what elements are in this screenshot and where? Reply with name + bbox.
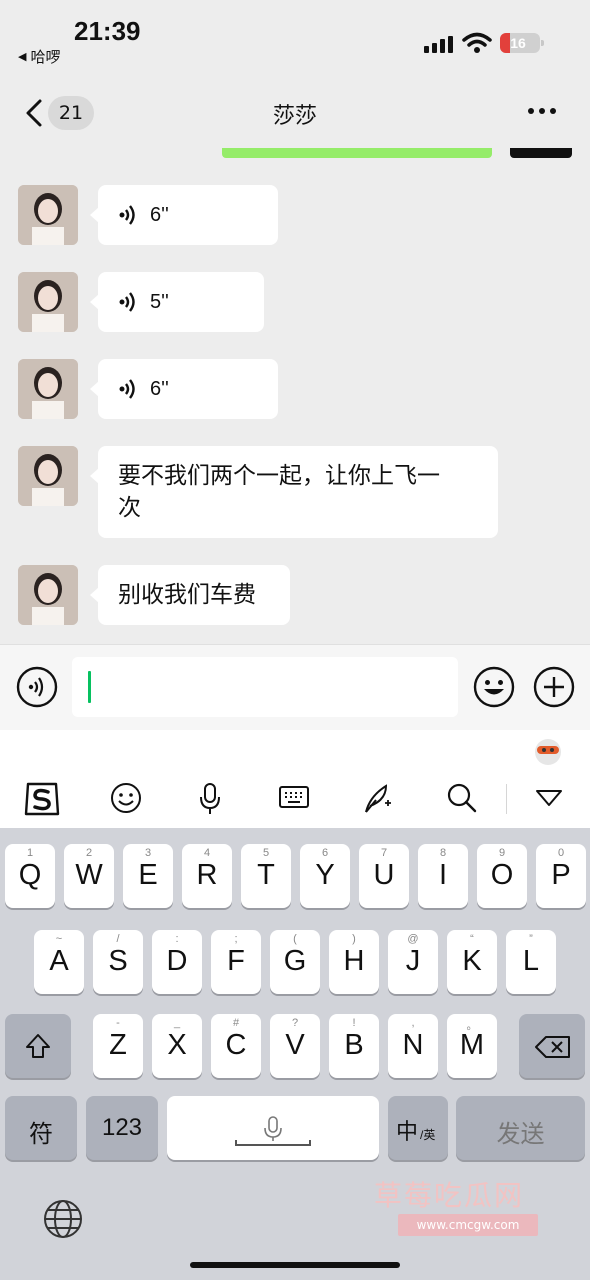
text-caret [88, 671, 91, 703]
clock: 21:39 [74, 16, 141, 46]
key-d[interactable]: :D [152, 930, 202, 994]
wifi-icon [462, 32, 492, 53]
avatar[interactable] [18, 446, 78, 506]
voice-wave-icon [119, 292, 135, 312]
text-message[interactable]: 别收我们车费 [90, 565, 290, 625]
key-t[interactable]: 5T [241, 844, 291, 908]
key-i[interactable]: 8I [418, 844, 468, 908]
key-x[interactable]: _ X [152, 1014, 202, 1078]
avatar[interactable] [18, 565, 78, 625]
battery-indicator: 16 [500, 33, 544, 53]
smiley-icon[interactable] [110, 782, 142, 814]
key-o[interactable]: 9O [477, 844, 527, 908]
quill-icon[interactable] [362, 782, 396, 814]
shift-key[interactable] [5, 1014, 71, 1078]
emoji-icon[interactable] [473, 666, 515, 708]
key-a[interactable]: ~ A [34, 930, 84, 994]
key-r[interactable]: 4R [182, 844, 232, 908]
status-bar: 21:39 ◀ 哈啰 16 [0, 0, 590, 80]
key-z[interactable]: -Z [93, 1014, 143, 1078]
back-app-label: 哈啰 [30, 48, 61, 66]
key-u[interactable]: 7U [359, 844, 409, 908]
voice-wave-icon [119, 379, 135, 399]
key-h[interactable]: ) H [329, 930, 379, 994]
space-bar-icon [235, 1140, 311, 1146]
avatar[interactable] [18, 272, 78, 332]
shift-arrow-icon [26, 1034, 50, 1058]
key-j[interactable]: @ J [388, 930, 438, 994]
plus-icon[interactable] [533, 666, 575, 708]
backspace-key[interactable] [519, 1014, 585, 1078]
voice-message[interactable]: 6'' [90, 359, 278, 419]
voice-wave-icon [119, 205, 135, 225]
key-l[interactable]: ” L [506, 930, 556, 994]
collapse-icon[interactable] [534, 788, 564, 808]
text-message[interactable]: 要不我们两个一起，让你上飞一 次 [90, 446, 498, 538]
key-p[interactable]: 0P [536, 844, 586, 908]
message-text-line: 要不我们两个一起，让你上飞一 [118, 463, 440, 489]
key-k[interactable]: “K [447, 930, 497, 994]
key-g[interactable]: (G [270, 930, 320, 994]
key-v[interactable]: ? V [270, 1014, 320, 1078]
key-m[interactable]: 。 M [447, 1014, 497, 1078]
voice-mode-icon[interactable] [16, 666, 58, 708]
voice-message[interactable]: 6'' [90, 185, 278, 245]
key-b[interactable]: ! B [329, 1014, 379, 1078]
key-c[interactable]: # C [211, 1014, 261, 1078]
sogou-logo-icon[interactable] [22, 780, 62, 818]
search-icon[interactable] [446, 782, 478, 814]
space-key[interactable] [167, 1096, 379, 1160]
microphone-icon[interactable] [198, 782, 222, 816]
symbols-key[interactable]: 符 [5, 1096, 77, 1160]
key-n[interactable]: ,N [388, 1014, 438, 1078]
message-text-line: 次 [118, 495, 141, 521]
language-switch-key[interactable]: 中 /英 [388, 1096, 448, 1160]
message-text-line: 别收我们车费 [118, 582, 256, 608]
cellular-signal-icon [424, 36, 453, 53]
key-e[interactable]: 3E [123, 844, 173, 908]
send-button[interactable]: 发送 [456, 1096, 585, 1160]
back-to-app-link[interactable]: ◀ 哈啰 [18, 46, 60, 67]
backspace-icon [535, 1036, 570, 1058]
voice-message[interactable]: 5'' [90, 272, 264, 332]
globe-icon[interactable] [42, 1198, 84, 1240]
key-y[interactable]: 6Y [300, 844, 350, 908]
key-w[interactable]: 2W [64, 844, 114, 908]
home-indicator[interactable] [190, 1262, 400, 1268]
key-s[interactable]: / S [93, 930, 143, 994]
avatar[interactable] [18, 185, 78, 245]
voice-duration: 5'' [150, 290, 169, 313]
key-f[interactable]: ; F [211, 930, 261, 994]
battery-level: 16 [510, 35, 526, 51]
more-dots-icon[interactable] [528, 108, 556, 114]
previous-outgoing-bubble [222, 148, 492, 158]
input-bar [0, 644, 590, 730]
ime-toolbar [0, 770, 590, 828]
message-list[interactable]: 6'' 5'' 6'' 要不我们两个一起，让你上飞一 次 别收我们车费 [0, 148, 590, 644]
watermark-title: 草莓吃瓜网 [374, 1179, 525, 1212]
ime-mascot-icon[interactable] [532, 736, 564, 766]
ime-candidate-bar [0, 730, 590, 770]
toolbar-divider [506, 784, 507, 814]
avatar[interactable] [18, 359, 78, 419]
chat-header: 21 莎莎 [0, 80, 590, 148]
watermark-url: www.cmcgw.com [398, 1214, 538, 1236]
voice-duration: 6'' [150, 377, 169, 400]
numbers-key[interactable]: 123 [86, 1096, 158, 1160]
keyboard-icon[interactable] [278, 785, 310, 811]
chat-title: 莎莎 [272, 104, 317, 129]
previous-outgoing-media [510, 148, 572, 158]
voice-duration: 6'' [150, 203, 169, 226]
key-q[interactable]: 1Q [5, 844, 55, 908]
back-triangle-icon: ◀ [18, 50, 27, 63]
